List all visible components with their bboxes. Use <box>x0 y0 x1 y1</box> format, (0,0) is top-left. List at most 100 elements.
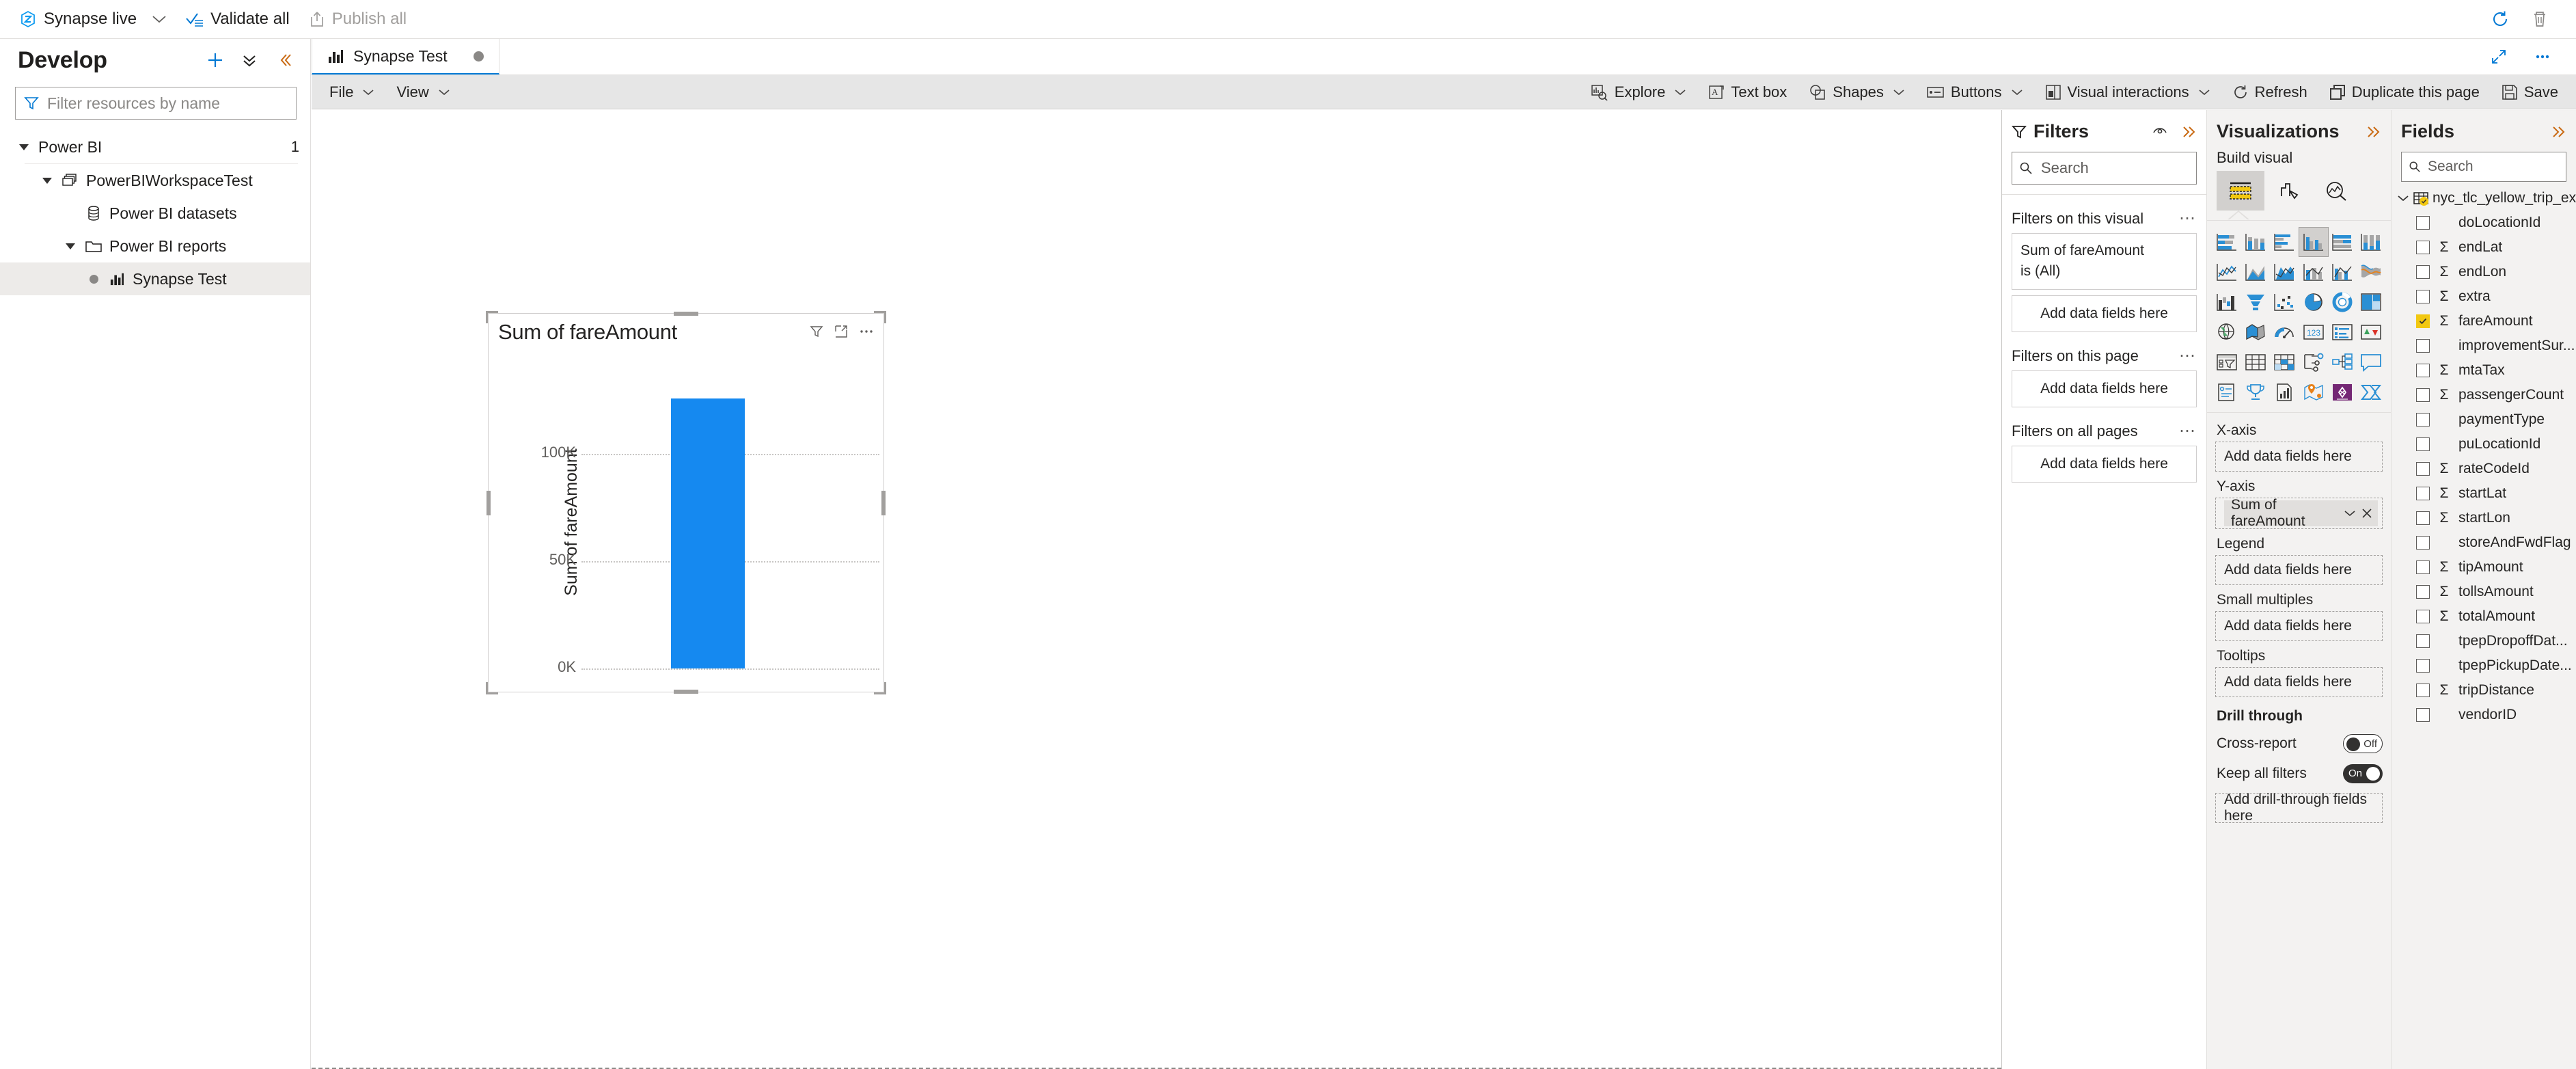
more-options-icon[interactable] <box>859 325 874 338</box>
field-checkbox[interactable] <box>2416 708 2430 722</box>
resize-handle-left[interactable] <box>487 490 491 515</box>
treemap-icon[interactable] <box>2357 288 2385 316</box>
field-row[interactable]: ΣmtaTax <box>2392 358 2576 383</box>
field-checkbox[interactable] <box>2416 216 2430 230</box>
fields-search-input[interactable]: Search <box>2401 152 2566 182</box>
multi-row-card-icon[interactable] <box>2328 318 2357 347</box>
field-row[interactable]: ΣstartLon <box>2392 506 2576 530</box>
well-dropzone-legend[interactable]: Add data fields here <box>2215 555 2383 585</box>
format-visual-icon[interactable] <box>2264 171 2312 211</box>
table-icon[interactable] <box>2241 348 2270 377</box>
tree-item-power-bi-reports[interactable]: Power BI reports <box>0 230 310 262</box>
stacked-area-chart-icon[interactable] <box>2270 258 2299 286</box>
more-options-icon[interactable]: ⋯ <box>2179 422 2197 439</box>
100-stacked-bar-chart-icon[interactable] <box>2328 228 2357 256</box>
decomposition-tree-icon[interactable] <box>2299 348 2328 377</box>
expand-triangle-icon[interactable] <box>38 177 56 184</box>
field-row[interactable]: paymentType <box>2392 407 2576 432</box>
toolbar-explore-button[interactable]: Explore <box>1580 75 1698 109</box>
toolbar-refresh-button[interactable]: Refresh <box>2221 75 2318 109</box>
field-checkbox[interactable] <box>2416 684 2430 697</box>
bar-column[interactable] <box>671 398 745 668</box>
gauge-icon[interactable] <box>2270 318 2299 347</box>
cross-report-toggle[interactable]: Off <box>2343 734 2383 753</box>
more-icon[interactable] <box>2524 38 2561 75</box>
tree-item-synapse-test[interactable]: Synapse Test <box>0 262 310 295</box>
stacked-column-chart-icon[interactable] <box>2241 228 2270 256</box>
filter-resources-input[interactable]: Filter resources by name <box>15 87 297 120</box>
tree-item-power-bi[interactable]: Power BI 1 <box>0 131 310 163</box>
expand-triangle-icon[interactable] <box>61 243 79 249</box>
validate-all-button[interactable]: Validate all <box>176 0 299 39</box>
field-row[interactable]: tpepPickupDate... <box>2392 653 2576 678</box>
field-checkbox[interactable] <box>2416 241 2430 254</box>
field-checkbox[interactable] <box>2416 634 2430 648</box>
field-checkbox[interactable] <box>2416 560 2430 574</box>
field-checkbox[interactable] <box>2416 487 2430 500</box>
more-options-icon[interactable]: ⋯ <box>2179 347 2197 364</box>
filter-drop-zone[interactable]: Add data fields here <box>2012 370 2197 407</box>
filter-drop-zone[interactable]: Add data fields here <box>2012 445 2197 483</box>
fields-table-row[interactable]: nyc_tlc_yellow_trip_ext <box>2392 182 2576 211</box>
workspace-selector[interactable]: Synapse live <box>0 0 176 39</box>
power-automate-visual-icon[interactable] <box>2357 378 2385 407</box>
field-row[interactable]: ΣtollsAmount <box>2392 580 2576 604</box>
funnel-chart-icon[interactable] <box>2241 288 2270 316</box>
100-stacked-column-chart-icon[interactable] <box>2357 228 2385 256</box>
map-icon[interactable] <box>2212 318 2241 347</box>
filter-icon[interactable] <box>810 325 823 338</box>
field-row[interactable]: improvementSur... <box>2392 334 2576 358</box>
filter-card[interactable]: Sum of fareAmount is (All) <box>2012 233 2197 290</box>
resize-handle-top-right[interactable] <box>874 311 886 323</box>
field-checkbox[interactable] <box>2416 659 2430 673</box>
toolbar-menu-file[interactable]: File <box>312 75 385 109</box>
line-and-stacked-column-chart-icon[interactable] <box>2299 258 2328 286</box>
pie-chart-icon[interactable] <box>2299 288 2328 316</box>
expand-icon[interactable] <box>2480 38 2517 75</box>
azure-map-icon[interactable] <box>2299 378 2328 407</box>
field-row[interactable]: Σextra <box>2392 284 2576 309</box>
field-row[interactable]: ΣtripDistance <box>2392 678 2576 703</box>
publish-all-button[interactable]: Publish all <box>299 0 416 39</box>
field-row[interactable]: ΣtipAmount <box>2392 555 2576 580</box>
report-page-canvas[interactable]: Sum of fareAmount Sum of fareAmount 0K 50… <box>312 110 2001 1069</box>
field-row[interactable]: ΣfareAmount <box>2392 309 2576 334</box>
field-row[interactable]: ΣstartLat <box>2392 481 2576 506</box>
field-row[interactable]: vendorID <box>2392 703 2576 727</box>
keep-all-filters-toggle[interactable]: On <box>2343 764 2383 783</box>
collapse-icon[interactable] <box>2180 124 2197 139</box>
clustered-column-chart-icon[interactable] <box>2298 227 2329 257</box>
field-row[interactable]: doLocationId <box>2392 211 2576 235</box>
powerapps-visual-icon[interactable] <box>2328 378 2357 407</box>
field-checkbox[interactable] <box>2416 388 2430 402</box>
field-checkbox[interactable] <box>2416 339 2430 353</box>
field-checkbox[interactable] <box>2416 413 2430 427</box>
build-visual-icon[interactable] <box>2217 171 2264 211</box>
r-script-visual-icon[interactable] <box>2270 378 2299 407</box>
line-chart-icon[interactable] <box>2212 258 2241 286</box>
chevron-down-icon[interactable] <box>2397 194 2409 202</box>
resize-handle-right[interactable] <box>881 490 886 515</box>
toolbar-buttons-button[interactable]: Buttons <box>1916 75 2034 109</box>
bar-chart-visual[interactable]: Sum of fareAmount Sum of fareAmount 0K 50… <box>486 311 886 694</box>
scatter-chart-icon[interactable] <box>2270 288 2299 316</box>
area-chart-icon[interactable] <box>2241 258 2270 286</box>
more-options-icon[interactable]: ⋯ <box>2179 210 2197 227</box>
toolbar-menu-view[interactable]: View <box>385 75 461 109</box>
tab-synapse-test[interactable]: Synapse Test <box>312 39 499 75</box>
filter-drop-zone[interactable]: Add data fields here <box>2012 295 2197 332</box>
resize-handle-bottom-right[interactable] <box>874 682 886 694</box>
well-chip-y-axis[interactable]: Sum of fareAmount <box>2215 497 2383 529</box>
field-row[interactable]: ΣrateCodeId <box>2392 457 2576 481</box>
collapse-panel-icon[interactable] <box>272 49 295 72</box>
line-and-clustered-column-chart-icon[interactable] <box>2328 258 2357 286</box>
card-icon[interactable]: 123 <box>2299 318 2328 347</box>
field-row[interactable]: ΣpassengerCount <box>2392 383 2576 407</box>
resize-handle-bottom-left[interactable] <box>486 682 498 694</box>
field-row[interactable]: puLocationId <box>2392 432 2576 457</box>
tree-item-power-bi-datasets[interactable]: Power BI datasets <box>0 197 310 230</box>
kpi-icon[interactable] <box>2357 318 2385 347</box>
drill-through-dropzone[interactable]: Add drill-through fields here <box>2215 791 2383 824</box>
field-row[interactable]: ΣtotalAmount <box>2392 604 2576 629</box>
chevron-down-icon[interactable] <box>2344 509 2356 517</box>
